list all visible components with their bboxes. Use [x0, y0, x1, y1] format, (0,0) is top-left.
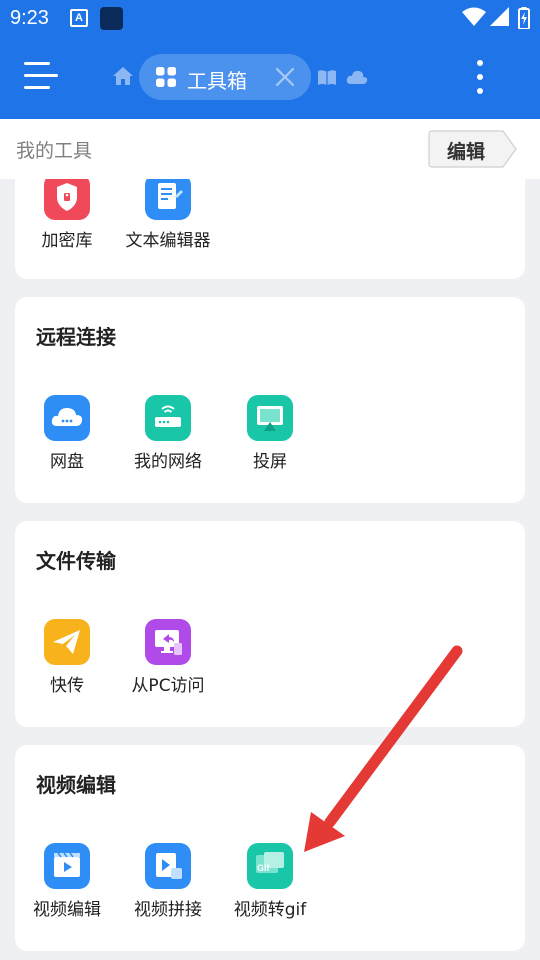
- my-tools-header: 我的工具 编辑: [0, 119, 540, 179]
- menu-icon: [24, 62, 50, 65]
- book-icon[interactable]: [317, 69, 337, 86]
- tool-cloud-drive[interactable]: 网盘: [15, 395, 119, 472]
- menu-icon: [24, 86, 50, 89]
- my-tools-title: 我的工具: [16, 140, 93, 162]
- tool-screen-cast[interactable]: 投屏: [218, 395, 322, 472]
- tab-toolbox[interactable]: 工具箱: [139, 54, 311, 100]
- tool-label: 视频转gif: [233, 900, 307, 920]
- section-card-security: 加密库 文本编辑器: [15, 179, 525, 279]
- tool-encrypted-vault[interactable]: 加密库: [15, 179, 119, 251]
- tool-label: 快传: [50, 676, 84, 696]
- tool-video-to-gif[interactable]: Gif 视频转gif: [218, 843, 322, 920]
- video-edit-icon: [44, 843, 90, 889]
- section-card-remote: 远程连接 网盘 我的网络 投屏: [15, 297, 525, 503]
- status-time: 9:23: [10, 7, 49, 29]
- pc-access-icon: [145, 619, 191, 665]
- home-icon[interactable]: [112, 66, 134, 86]
- tool-my-network[interactable]: 我的网络: [116, 395, 220, 472]
- tool-label: 视频拼接: [134, 900, 202, 920]
- cloud-icon[interactable]: [346, 69, 368, 85]
- shield-lock-icon: [44, 179, 90, 220]
- battery-icon: [518, 7, 530, 29]
- status-bar: 9:23 A: [0, 0, 540, 38]
- more-vert-icon: [477, 88, 483, 94]
- close-icon[interactable]: [274, 66, 296, 88]
- notification-app-icon: [100, 7, 123, 30]
- tool-label: 我的网络: [134, 452, 202, 472]
- tool-text-editor[interactable]: 文本编辑器: [116, 179, 220, 251]
- grid-icon: [156, 67, 176, 87]
- tool-video-edit[interactable]: 视频编辑: [15, 843, 119, 920]
- section-card-file-transfer: 文件传输 快传 从PC访问: [15, 521, 525, 727]
- edit-button-label: 编辑: [447, 141, 486, 163]
- section-title: 视频编辑: [36, 773, 116, 797]
- tool-quick-send[interactable]: 快传: [15, 619, 119, 696]
- section-card-video-edit: 视频编辑 视频编辑 视频拼接 Gif 视频转gif: [15, 745, 525, 951]
- menu-icon: [24, 74, 58, 77]
- notification-a-icon: A: [70, 9, 88, 27]
- app-toolbar: 9:23 A 工具箱: [0, 0, 540, 119]
- more-vert-button[interactable]: [470, 60, 490, 94]
- tool-label: 加密库: [41, 231, 93, 251]
- more-vert-icon: [477, 74, 483, 80]
- section-title: 远程连接: [36, 325, 116, 349]
- cloud-drive-icon: [44, 395, 90, 441]
- tool-label: 视频编辑: [33, 900, 101, 920]
- tool-video-join[interactable]: 视频拼接: [116, 843, 220, 920]
- wifi-icon: [462, 7, 486, 26]
- tool-label: 投屏: [253, 452, 287, 472]
- section-title: 文件传输: [36, 549, 116, 573]
- tool-label: 从PC访问: [131, 676, 205, 696]
- tool-label: 网盘: [50, 452, 84, 472]
- tab-label: 工具箱: [187, 69, 247, 93]
- video-to-gif-icon: Gif: [247, 843, 293, 889]
- video-join-icon: [145, 843, 191, 889]
- paper-plane-icon: [44, 619, 90, 665]
- tool-pc-access[interactable]: 从PC访问: [116, 619, 220, 696]
- text-editor-icon: [145, 179, 191, 220]
- tools-list[interactable]: 加密库 文本编辑器 远程连接 网盘 我的网络 投屏 文件传输 快传 从PC访问 …: [0, 179, 540, 960]
- menu-button[interactable]: [24, 62, 58, 92]
- router-icon: [145, 395, 191, 441]
- gif-badge: Gif: [257, 863, 271, 873]
- tool-label: 文本编辑器: [125, 231, 211, 251]
- screen-cast-icon: [247, 395, 293, 441]
- more-vert-icon: [477, 60, 483, 66]
- signal-icon: [490, 7, 509, 26]
- edit-button[interactable]: 编辑: [428, 130, 518, 168]
